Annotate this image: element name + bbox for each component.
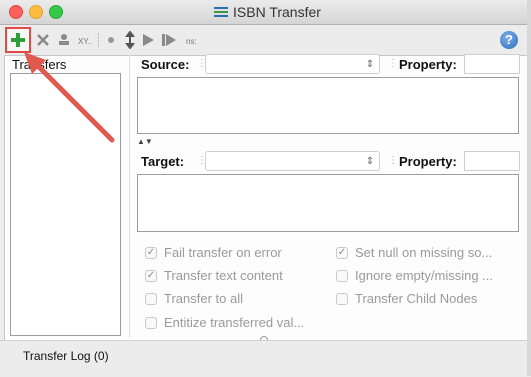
annotation-arrow-icon: [24, 52, 115, 143]
